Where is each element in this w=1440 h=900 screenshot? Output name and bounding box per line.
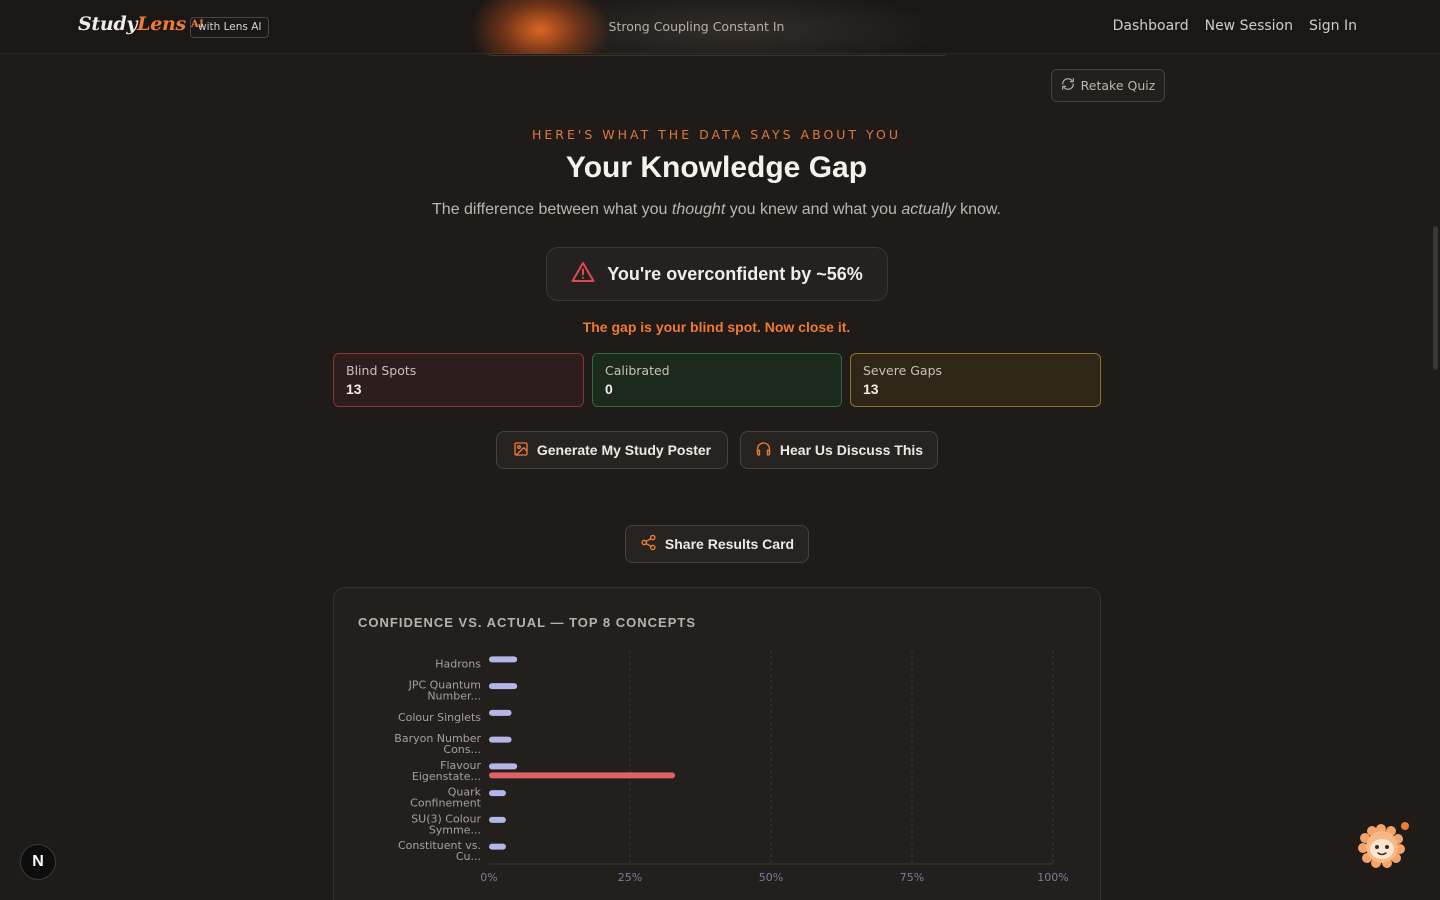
share-results-card-button[interactable]: Share Results Card [625, 525, 809, 563]
category-label: Constituent vs. Cu... [398, 839, 481, 863]
verdict-text: You're overconfident by ~56% [607, 263, 863, 284]
stat-label: Blind Spots [346, 363, 417, 378]
notification-dot [1401, 822, 1409, 830]
confidence-vs-actual-chart: 0% 25% 50% 75% 100% Hadrons JPC Quantum Number.… [394, 650, 1069, 884]
image-icon [513, 441, 529, 460]
nav-new-session[interactable]: New Session [1205, 18, 1293, 34]
nav-dashboard[interactable]: Dashboard [1113, 18, 1189, 34]
category-label: SU(3) Colour Symme... [411, 812, 481, 836]
confidence-chart-panel: CONFIDENCE VS. ACTUAL — TOP 8 CONCEPTS 0… [333, 587, 1101, 900]
page-subtitle: The difference between what you thought … [0, 201, 1433, 219]
share-results-card-label: Share Results Card [664, 536, 795, 552]
confidence-bar [489, 843, 506, 850]
eyebrow-text: HERE'S WHAT THE DATA SAYS ABOUT YOU [532, 127, 901, 142]
x-tick-label: 25% [618, 871, 642, 884]
confidence-bar [489, 763, 518, 770]
x-tick-label: 0% [480, 871, 497, 884]
category-label: Baryon Number Cons... [394, 732, 481, 756]
retake-quiz-label: Retake Quiz [1080, 78, 1156, 93]
share-icon [640, 534, 657, 554]
x-tick-label: 100% [1037, 871, 1068, 884]
category-label: Quark Confinement [410, 786, 482, 810]
mascot-face-icon [1358, 822, 1409, 868]
stat-calibrated: Calibrated 0 [592, 353, 842, 407]
top-bar: Study Lens AI with Lens AI Strong Coupling… [0, 0, 1440, 54]
main-nav: Dashboard New Session Sign In [1113, 18, 1357, 34]
tagline: The gap is your blind spot. Now close it… [582, 319, 851, 335]
confidence-bar [489, 816, 506, 823]
hear-discussion-label: Hear Us Discuss This [779, 442, 924, 458]
hear-discussion-button[interactable]: Hear Us Discuss This [740, 431, 938, 469]
warning-icon [571, 261, 595, 288]
generate-study-poster-label: Generate My Study Poster [536, 442, 712, 458]
confidence-bar [489, 736, 512, 743]
stat-label: Severe Gaps [863, 363, 943, 378]
stat-value: 0 [605, 381, 613, 397]
headphones-icon [755, 441, 772, 460]
confidence-bar [489, 790, 506, 797]
category-label: Flavour Eigenstate... [412, 759, 482, 783]
subtitle-thought: thought [671, 201, 726, 218]
refresh-icon [1061, 77, 1075, 94]
subtitle-part-1: The difference between what you [432, 201, 672, 218]
subtitle-actually: actually [901, 201, 956, 218]
x-tick-label: 50% [759, 871, 783, 884]
stat-severe-gaps: Severe Gaps 13 [850, 353, 1101, 407]
stat-value: 13 [863, 381, 879, 397]
confidence-bar [489, 683, 518, 690]
subtitle-part-2: you knew and what you [725, 201, 902, 218]
generate-study-poster-button[interactable]: Generate My Study Poster [496, 431, 728, 469]
confidence-bar [489, 709, 512, 716]
page-title: Your Knowledge Gap [565, 151, 868, 184]
retake-quiz-button[interactable]: Retake Quiz [1051, 69, 1165, 102]
stat-label: Calibrated [605, 363, 670, 378]
x-tick-label: 75% [900, 871, 924, 884]
category-label: Colour Singlets [398, 711, 481, 724]
subtitle-part-3: know. [955, 201, 1001, 218]
category-label: JPC Quantum Number... [408, 679, 481, 703]
lens-mascot-button[interactable] [1357, 822, 1409, 870]
nextjs-dev-badge[interactable]: N [20, 844, 56, 880]
actual-bar [489, 772, 676, 779]
nav-sign-in[interactable]: Sign In [1309, 18, 1357, 34]
scrollbar-thumb[interactable] [1433, 226, 1438, 370]
confidence-bar [489, 656, 518, 663]
category-label: Hadrons [435, 657, 481, 670]
stat-value: 13 [346, 381, 362, 397]
overconfidence-verdict: You're overconfident by ~56% [546, 247, 888, 301]
stat-blind-spots: Blind Spots 13 [333, 353, 584, 407]
